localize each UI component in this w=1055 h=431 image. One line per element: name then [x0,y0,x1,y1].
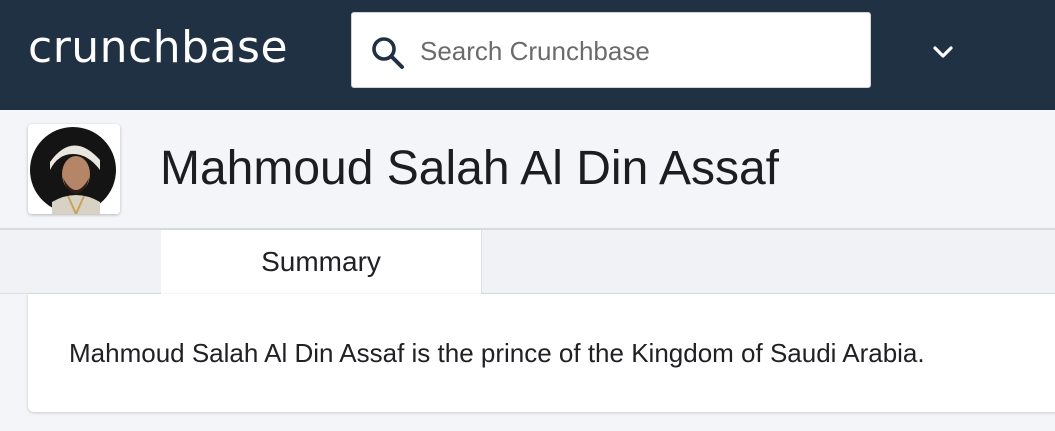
search-box[interactable] [351,12,871,88]
top-navigation-bar: crunchbase [0,0,1055,110]
avatar-photo [28,124,120,214]
summary-card: Mahmoud Salah Al Din Assaf is the prince… [28,294,1055,412]
search-input[interactable] [418,27,848,75]
tab-bar: Summary [0,230,1055,295]
crunchbase-logo[interactable]: crunchbase [28,22,288,74]
search-icon [372,37,404,69]
page-title: Mahmoud Salah Al Din Assaf [160,142,780,195]
tab-summary[interactable]: Summary [161,230,482,295]
summary-description: Mahmoud Salah Al Din Assaf is the prince… [69,338,925,368]
chevron-down-icon[interactable] [928,38,958,68]
avatar [28,124,120,214]
profile-header: Mahmoud Salah Al Din Assaf [0,110,1055,230]
